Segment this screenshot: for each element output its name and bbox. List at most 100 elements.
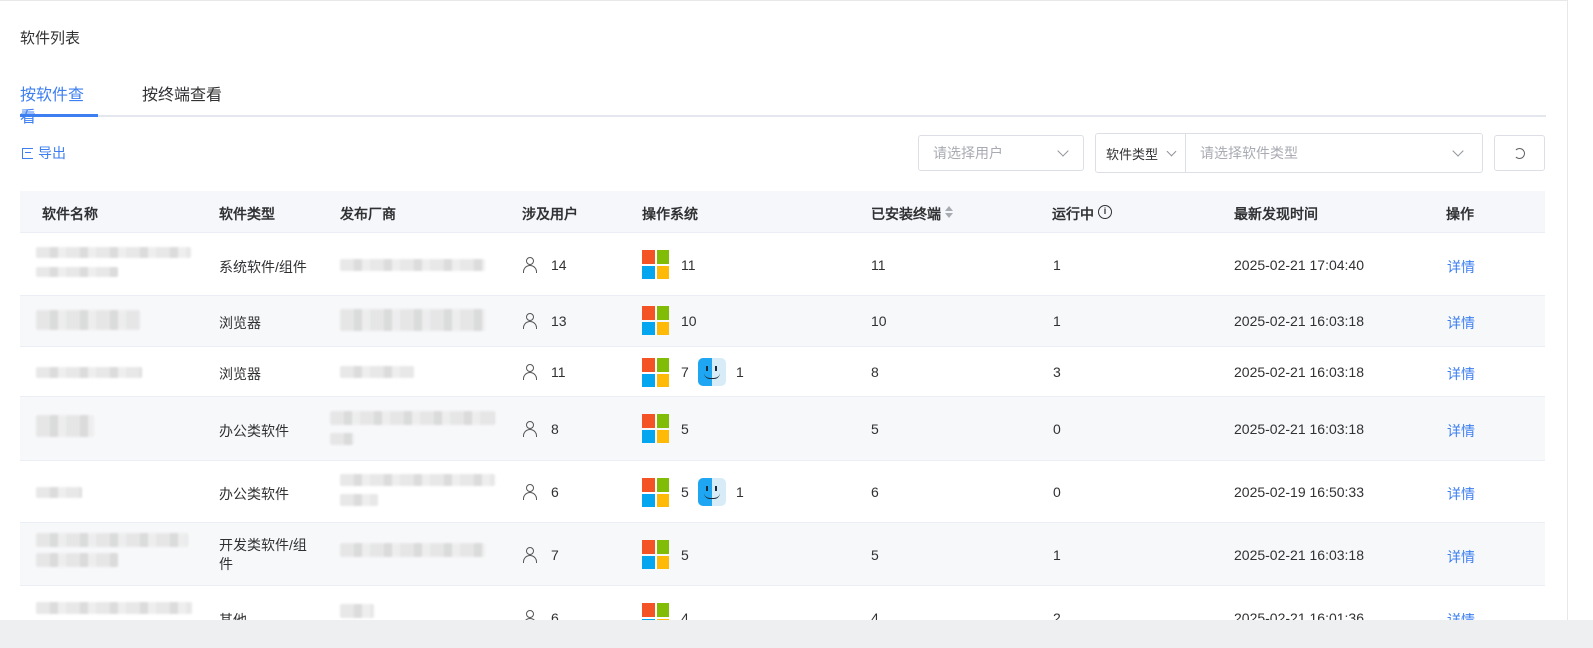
running-count: 0 bbox=[1053, 484, 1061, 500]
software-name-redacted bbox=[36, 310, 140, 330]
chevron-down-icon bbox=[1057, 145, 1069, 157]
software-name-redacted bbox=[36, 533, 188, 547]
user-select-placeholder: 请选择用户 bbox=[933, 145, 1003, 161]
running-count: 1 bbox=[1053, 547, 1061, 563]
col-action: 操作 bbox=[1446, 206, 1474, 222]
chevron-down-icon bbox=[1166, 146, 1177, 157]
running-count: 0 bbox=[1053, 421, 1061, 437]
windows-count: 11 bbox=[681, 257, 696, 273]
installed-count: 8 bbox=[871, 364, 879, 380]
user-icon bbox=[522, 610, 538, 620]
table-row: 开发类软件/组件 7 5 5 1 2025-02-21 16:03:18 详情 bbox=[20, 523, 1545, 586]
software-type-select[interactable]: 请选择软件类型 bbox=[1186, 143, 1298, 163]
installed-count: 6 bbox=[871, 484, 879, 500]
software-type: 浏览器 bbox=[219, 315, 261, 331]
windows-icon bbox=[642, 540, 669, 569]
last-seen-time: 2025-02-21 16:03:18 bbox=[1234, 313, 1364, 329]
table-row: 其他 6 4 4 2 2025-02-21 16:01:36 详情 bbox=[20, 586, 1545, 620]
windows-count: 10 bbox=[681, 313, 697, 329]
table-header: 软件名称 软件类型 发布厂商 涉及用户 操作系统 已安装终端 运行中 i 最新发… bbox=[20, 191, 1545, 233]
running-count: 1 bbox=[1053, 257, 1061, 273]
software-name-redacted bbox=[36, 267, 118, 277]
software-type-filter: 软件类型 请选择软件类型 bbox=[1095, 133, 1483, 173]
user-icon bbox=[522, 257, 538, 273]
details-link[interactable]: 详情 bbox=[1447, 364, 1475, 384]
user-icon bbox=[522, 421, 538, 437]
vendor-redacted bbox=[340, 543, 485, 557]
last-seen-time: 2025-02-21 17:04:40 bbox=[1234, 257, 1364, 273]
col-installed[interactable]: 已安装终端 bbox=[871, 204, 941, 224]
installed-count: 11 bbox=[871, 257, 886, 273]
col-software-name: 软件名称 bbox=[42, 206, 98, 222]
tab-by-terminal[interactable]: 按终端查看 bbox=[142, 85, 222, 117]
software-type: 其他 bbox=[219, 612, 247, 620]
col-software-type: 软件类型 bbox=[219, 206, 275, 222]
details-link[interactable]: 详情 bbox=[1447, 421, 1475, 441]
users-count: 8 bbox=[551, 421, 559, 437]
page-title: 软件列表 bbox=[20, 30, 81, 47]
details-link[interactable]: 详情 bbox=[1447, 547, 1475, 567]
last-seen-time: 2025-02-21 16:01:36 bbox=[1234, 610, 1364, 620]
info-icon[interactable]: i bbox=[1098, 205, 1112, 219]
software-type: 办公类软件 bbox=[219, 486, 289, 502]
software-name-redacted bbox=[36, 415, 94, 437]
software-type: 开发类软件/组件 bbox=[219, 537, 307, 572]
refresh-button[interactable] bbox=[1494, 135, 1545, 171]
last-seen-time: 2025-02-21 16:03:18 bbox=[1234, 421, 1364, 437]
table-row: 办公类软件 6 5 1 6 0 2025-02-19 16:50:33 详情 bbox=[20, 461, 1545, 523]
table-row: 系统软件/组件 14 11 11 1 2025-02-21 17:04:40 详… bbox=[20, 233, 1545, 296]
details-link[interactable]: 详情 bbox=[1447, 257, 1475, 277]
last-seen-time: 2025-02-21 16:03:18 bbox=[1234, 364, 1364, 380]
software-table: 软件名称 软件类型 发布厂商 涉及用户 操作系统 已安装终端 运行中 i 最新发… bbox=[20, 191, 1545, 620]
software-type-prefix-select[interactable]: 软件类型 bbox=[1096, 134, 1186, 172]
installed-count: 5 bbox=[871, 421, 879, 437]
col-running: 运行中 bbox=[1052, 206, 1094, 222]
vendor-redacted bbox=[340, 259, 485, 271]
last-seen-time: 2025-02-19 16:50:33 bbox=[1234, 484, 1364, 500]
details-link[interactable]: 详情 bbox=[1447, 484, 1475, 504]
user-icon bbox=[522, 313, 538, 329]
vendor-redacted bbox=[340, 604, 374, 618]
vertical-scroll-gutter[interactable] bbox=[1568, 0, 1593, 620]
running-count: 3 bbox=[1053, 364, 1061, 380]
refresh-icon bbox=[1514, 147, 1525, 159]
software-list-panel: 软件列表 按软件查看 按终端查看 导出 请选择用户 软件类型 请选择软件类型 软… bbox=[0, 0, 1568, 620]
tab-by-software[interactable]: 按软件查看 bbox=[20, 85, 98, 126]
windows-icon bbox=[642, 250, 669, 279]
software-name-redacted bbox=[36, 367, 142, 378]
macos-finder-icon bbox=[698, 358, 726, 386]
windows-icon bbox=[642, 603, 669, 620]
details-link[interactable]: 详情 bbox=[1447, 313, 1475, 333]
details-link[interactable]: 详情 bbox=[1447, 610, 1475, 620]
user-icon bbox=[522, 364, 538, 380]
user-icon bbox=[522, 484, 538, 500]
sort-icon[interactable] bbox=[945, 206, 953, 218]
col-last-seen: 最新发现时间 bbox=[1234, 206, 1318, 222]
users-count: 7 bbox=[551, 547, 559, 563]
macos-finder-icon bbox=[698, 478, 726, 506]
chevron-down-icon bbox=[1452, 145, 1464, 157]
software-type: 浏览器 bbox=[219, 366, 261, 382]
users-count: 11 bbox=[551, 364, 566, 380]
software-name-redacted bbox=[36, 553, 118, 567]
vendor-redacted bbox=[340, 494, 378, 506]
windows-icon bbox=[642, 358, 669, 387]
vendor-redacted bbox=[340, 309, 485, 331]
macos-count: 1 bbox=[736, 364, 744, 380]
windows-icon bbox=[642, 414, 669, 443]
table-row: 浏览器 11 7 1 8 3 2025-02-21 16:03:18 详情 bbox=[20, 347, 1545, 397]
installed-count: 4 bbox=[871, 610, 879, 620]
export-label: 导出 bbox=[38, 145, 66, 161]
col-vendor: 发布厂商 bbox=[340, 206, 396, 222]
vendor-redacted bbox=[330, 411, 495, 425]
software-name-redacted bbox=[36, 247, 191, 258]
export-icon bbox=[22, 147, 33, 159]
export-button[interactable]: 导出 bbox=[22, 143, 66, 163]
horizontal-scrollbar[interactable] bbox=[0, 620, 1593, 648]
software-name-redacted bbox=[36, 487, 82, 498]
col-users: 涉及用户 bbox=[522, 206, 578, 222]
users-count: 14 bbox=[551, 257, 567, 273]
table-row: 办公类软件 8 5 5 0 2025-02-21 16:03:18 详情 bbox=[20, 397, 1545, 461]
vendor-redacted bbox=[340, 366, 414, 378]
user-select[interactable]: 请选择用户 bbox=[918, 135, 1084, 171]
